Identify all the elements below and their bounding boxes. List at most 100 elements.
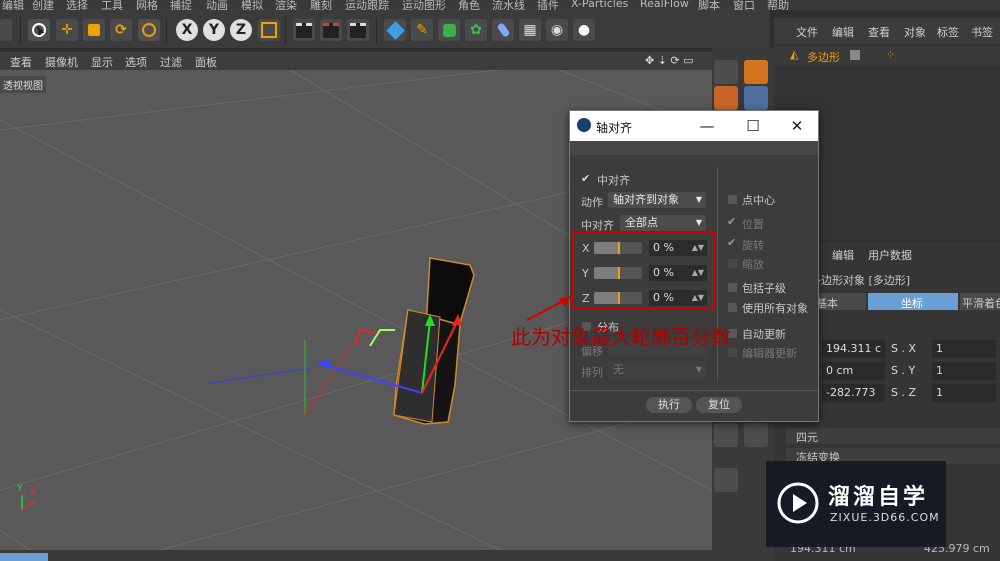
polygon-object[interactable] <box>393 257 475 425</box>
rotation-check-icon[interactable]: ✔ <box>727 236 736 249</box>
section-quaternion[interactable]: 四元 <box>786 428 1000 444</box>
execute-button[interactable]: 执行 <box>646 397 692 413</box>
menu-motion-tracking[interactable]: 运动跟踪 <box>345 0 389 10</box>
dialog-grip[interactable] <box>570 141 818 155</box>
menu-plugins[interactable]: 插件 <box>537 0 559 10</box>
knife-icon[interactable] <box>714 468 738 492</box>
coordinate-system-icon[interactable] <box>258 19 280 41</box>
scale-y-label: S . Y <box>891 364 916 377</box>
menu-help[interactable]: 帮助 <box>767 0 789 10</box>
viewport-menu-display[interactable]: 显示 <box>91 54 113 70</box>
position-z-field[interactable]: -282.773 <box>822 384 885 402</box>
y-axis-lock-icon[interactable]: Y <box>203 19 225 41</box>
cube-icon[interactable] <box>384 19 406 41</box>
menu-select[interactable]: 选择 <box>66 0 88 10</box>
viewport-menu-options[interactable]: 选项 <box>125 54 147 70</box>
magnet-icon[interactable] <box>744 60 768 84</box>
menu-tools[interactable]: 工具 <box>101 0 123 10</box>
om-menu-view[interactable]: 查看 <box>868 24 890 40</box>
am-menu-userdata[interactable]: 用户数据 <box>868 247 912 263</box>
am-menu-edit[interactable]: 编辑 <box>832 247 854 263</box>
viewport-menu-filter[interactable]: 过滤 <box>160 54 182 70</box>
om-menu-file[interactable]: 文件 <box>796 24 818 40</box>
scale-y-field[interactable]: 1 <box>932 362 996 380</box>
recent-tool-icon[interactable] <box>138 19 160 41</box>
menu-realflow[interactable]: RealFlow <box>640 0 689 10</box>
menu-animate[interactable]: 动画 <box>206 0 228 10</box>
tab-coordinates[interactable]: 坐标 <box>868 293 958 310</box>
tab-phong[interactable]: 平滑着色 <box>960 293 1000 310</box>
use-all-objects-checkbox[interactable] <box>728 303 737 312</box>
light-icon[interactable]: ● <box>573 19 595 41</box>
menu-edit[interactable]: 编辑 <box>2 0 24 10</box>
viewport-menu-cameras[interactable]: 摄像机 <box>45 54 78 70</box>
rotation-label: 旋转 <box>742 239 764 252</box>
menu-create[interactable]: 创建 <box>32 0 54 10</box>
position-y-field[interactable]: 0 cm <box>822 362 885 380</box>
tag-icon[interactable]: ⁘ <box>886 48 895 61</box>
menu-mograph[interactable]: 运动图形 <box>402 0 446 10</box>
object-row[interactable]: ◭ 多边形 ⁘ <box>774 46 1000 66</box>
rotate-icon[interactable]: ⟳ <box>110 19 132 41</box>
floor-icon[interactable]: ▦ <box>519 19 541 41</box>
pen-spline-icon[interactable]: ✎ <box>411 19 433 41</box>
move-icon[interactable]: ✛ <box>56 19 78 41</box>
maximize-button[interactable]: ☐ <box>742 115 764 137</box>
om-menu-bookmarks[interactable]: 书签 <box>971 24 993 40</box>
action-dropdown[interactable]: 轴对齐到对象 ▼ <box>608 192 706 208</box>
material-icon[interactable] <box>714 86 738 110</box>
menu-window[interactable]: 窗口 <box>733 0 755 10</box>
tweak-icon[interactable] <box>714 60 738 84</box>
center-align-check-icon[interactable]: ✔ <box>581 172 590 185</box>
include-children-label: 包括子级 <box>742 282 786 295</box>
om-menu-objects[interactable]: 对象 <box>904 24 926 40</box>
array-icon[interactable]: ✿ <box>465 19 487 41</box>
viewport-menu-panel[interactable]: 面板 <box>195 54 217 70</box>
camera-icon[interactable]: ◉ <box>546 19 568 41</box>
menu-render[interactable]: 渲染 <box>275 0 297 10</box>
dialog-title: 轴对齐 <box>596 121 633 135</box>
close-button[interactable]: ✕ <box>786 115 808 137</box>
object-name[interactable]: 多边形 <box>807 49 840 65</box>
center-dropdown[interactable]: 全部点 ▼ <box>620 215 706 231</box>
menu-script[interactable]: 脚本 <box>698 0 720 10</box>
position-x-field[interactable]: 194.311 c <box>822 340 885 358</box>
bottom-bar <box>0 550 770 561</box>
z-axis-lock-icon[interactable]: Z <box>230 19 252 41</box>
om-menu-tags[interactable]: 标签 <box>937 24 959 40</box>
scale-z-field[interactable]: 1 <box>932 384 996 402</box>
x-axis-lock-icon[interactable]: X <box>176 19 198 41</box>
include-children-checkbox[interactable] <box>728 283 737 292</box>
viewport-menu-view[interactable]: 查看 <box>10 54 32 70</box>
menu-character[interactable]: 角色 <box>458 0 480 10</box>
menu-xparticles[interactable]: X-Particles <box>571 0 628 10</box>
menu-mesh[interactable]: 网格 <box>136 0 158 10</box>
bottom-tab-active[interactable] <box>0 553 48 561</box>
render-view-icon[interactable] <box>293 19 315 41</box>
subdivision-icon[interactable] <box>438 19 460 41</box>
render-picture-viewer-icon[interactable] <box>320 19 342 41</box>
snap-toggle-icon[interactable] <box>744 423 768 447</box>
minimize-button[interactable]: — <box>696 115 718 137</box>
om-menu-edit[interactable]: 编辑 <box>832 24 854 40</box>
menu-simulate[interactable]: 模拟 <box>241 0 263 10</box>
arrange-dropdown[interactable]: 无 ▼ <box>608 362 706 378</box>
menu-sculpt[interactable]: 雕刻 <box>310 0 332 10</box>
position-check-icon[interactable]: ✔ <box>727 215 736 228</box>
menu-pipeline[interactable]: 流水线 <box>492 0 525 10</box>
scale-icon[interactable] <box>83 19 105 41</box>
select-cursor-icon[interactable] <box>28 19 50 41</box>
point-center-checkbox[interactable] <box>728 195 737 204</box>
deformer-icon[interactable] <box>492 19 514 41</box>
reset-button[interactable]: 复位 <box>696 397 742 413</box>
attribute-title: 多边形对象 [多边形] <box>810 274 911 287</box>
visibility-icon[interactable] <box>850 50 860 60</box>
render-settings-icon[interactable] <box>347 19 369 41</box>
axis-tool-icon[interactable] <box>714 423 738 447</box>
viewport-nav-icons[interactable]: ✥ ⇣ ⟳ ▭ <box>645 54 694 67</box>
lock-workplane-icon[interactable] <box>744 86 768 110</box>
scale-checkbox[interactable] <box>728 259 737 268</box>
undo-icon[interactable] <box>0 19 12 41</box>
scale-x-field[interactable]: 1 <box>932 340 996 358</box>
menu-snap[interactable]: 捕捉 <box>170 0 192 10</box>
